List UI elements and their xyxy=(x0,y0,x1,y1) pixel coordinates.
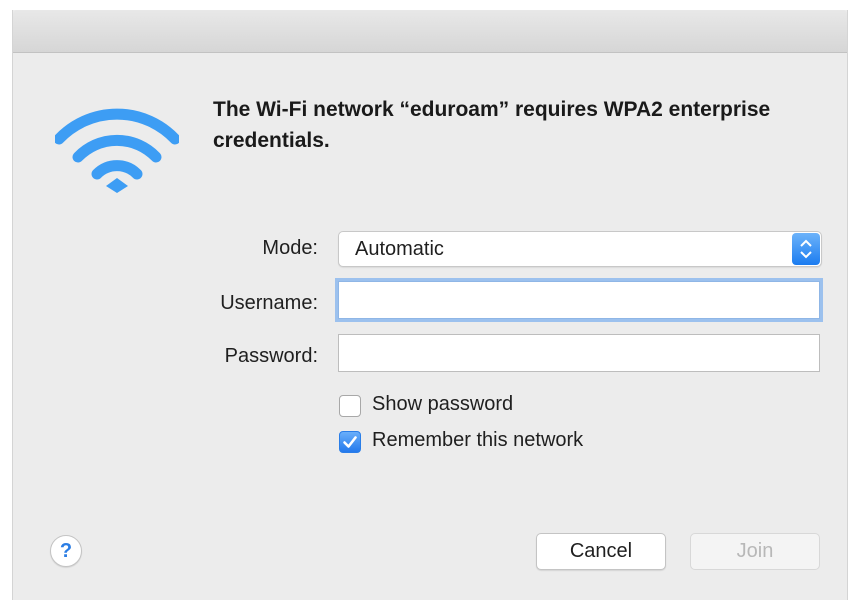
join-button[interactable]: Join xyxy=(690,533,820,570)
password-label: Password: xyxy=(224,345,318,367)
mode-label: Mode: xyxy=(262,237,318,259)
mode-select[interactable]: Automatic xyxy=(338,231,822,267)
username-field[interactable] xyxy=(338,281,820,319)
checkmark-icon xyxy=(343,436,357,448)
updown-chevron-icon[interactable] xyxy=(792,233,820,265)
password-field[interactable] xyxy=(338,334,820,372)
username-label: Username: xyxy=(220,292,318,314)
wifi-credentials-dialog: The Wi-Fi network “eduroam” requires WPA… xyxy=(12,10,848,600)
remember-network-label: Remember this network xyxy=(372,429,584,451)
show-password-label: Show password xyxy=(372,393,514,415)
remember-network-checkbox[interactable] xyxy=(339,431,361,453)
mode-select-value: Automatic xyxy=(355,238,444,260)
show-password-checkbox[interactable] xyxy=(339,395,361,417)
help-button[interactable]: ? xyxy=(50,535,82,567)
wifi-icon xyxy=(53,102,181,202)
title-bar[interactable] xyxy=(13,10,847,53)
cancel-button[interactable]: Cancel xyxy=(536,533,666,570)
dialog-message: The Wi-Fi network “eduroam” requires WPA… xyxy=(213,98,771,152)
